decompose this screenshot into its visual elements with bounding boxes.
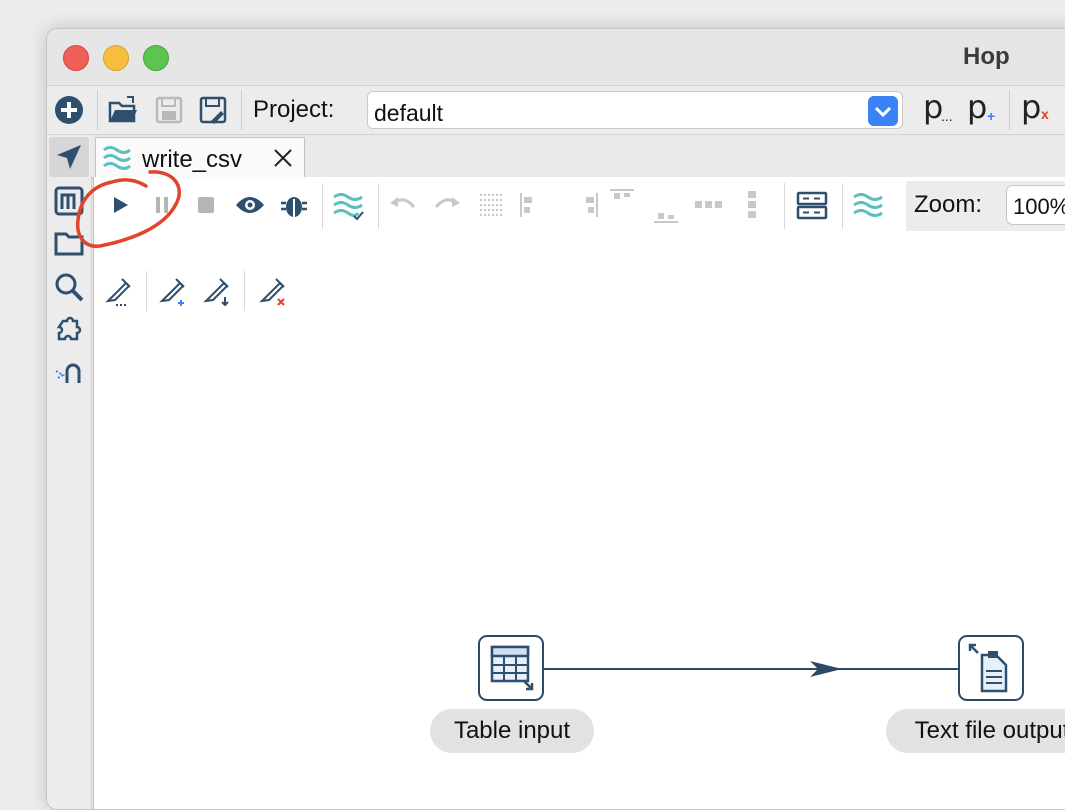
minimize-window-button[interactable] <box>103 45 129 71</box>
title-bar: Hop <box>47 29 1065 86</box>
tab-write-csv[interactable]: write_csv <box>95 137 305 177</box>
text-file-output-icon <box>968 643 1008 693</box>
zoom-value: 100% <box>1013 194 1065 219</box>
distribute-horizontal-icon[interactable] <box>692 189 724 221</box>
toolbar-separator <box>1009 90 1010 130</box>
align-left-icon[interactable] <box>514 189 546 221</box>
pipeline-run-config-icon[interactable] <box>852 189 884 221</box>
pause-icon[interactable] <box>146 189 178 221</box>
pipeline-toolbar: Zoom: 100% <box>94 177 1065 233</box>
toolbar-separator <box>241 90 242 130</box>
toolbar-separator <box>378 183 379 229</box>
toolbar-separator <box>784 183 785 229</box>
pipeline-icon <box>103 146 131 170</box>
toolbar-separator <box>842 183 843 229</box>
project-label: Project: <box>253 96 335 123</box>
distribute-vertical-icon[interactable] <box>736 189 768 221</box>
check-pipeline-icon[interactable] <box>332 189 364 221</box>
toolbar-separator <box>97 90 98 130</box>
project-add-icon[interactable]: p + <box>965 86 999 132</box>
toolbar-separator <box>322 183 323 229</box>
table-input-icon <box>490 645 534 691</box>
debug-icon[interactable] <box>278 189 310 221</box>
pipeline-properties-icon[interactable] <box>796 189 828 221</box>
window-title: Hop <box>963 43 1010 70</box>
search-icon[interactable] <box>53 271 85 303</box>
perspective-bar <box>47 135 92 809</box>
pipeline-editor: Zoom: 100% Table input Text file output <box>93 177 1065 809</box>
align-top-icon[interactable] <box>606 185 638 217</box>
chevron-down-icon <box>868 96 898 126</box>
open-folder-icon[interactable] <box>107 94 139 126</box>
zoom-control: Zoom: 100% <box>906 181 1065 231</box>
zoom-label: Zoom: <box>914 191 983 218</box>
project-delete-icon[interactable]: p x <box>1019 86 1053 132</box>
save-icon[interactable] <box>153 94 185 126</box>
snap-to-grid-icon[interactable] <box>476 189 508 221</box>
text-file-output-node[interactable] <box>958 635 1024 701</box>
redo-icon[interactable] <box>432 189 464 221</box>
table-input-node[interactable] <box>478 635 544 701</box>
preview-icon[interactable] <box>234 189 266 221</box>
run-icon[interactable] <box>104 189 136 221</box>
node-label: Text file output <box>886 709 1065 753</box>
node-label: Table input <box>430 709 594 753</box>
git-icon[interactable] <box>53 357 85 389</box>
align-right-icon[interactable] <box>572 189 604 221</box>
hop-window: Hop Project: default p ... p + p x write… <box>46 28 1065 810</box>
close-tab-icon[interactable] <box>272 147 294 169</box>
new-icon[interactable] <box>53 94 85 126</box>
project-select[interactable]: default <box>367 91 903 129</box>
project-edit-icon[interactable]: p ... <box>921 86 955 132</box>
file-explorer-icon[interactable] <box>53 227 85 259</box>
data-orchestration-icon[interactable] <box>53 141 85 173</box>
close-window-button[interactable] <box>63 45 89 71</box>
pipeline-canvas[interactable]: Table input Text file output <box>94 233 1065 809</box>
maximize-window-button[interactable] <box>143 45 169 71</box>
tab-label: write_csv <box>142 146 243 173</box>
editor-tab-bar: write_csv <box>91 135 1065 178</box>
metadata-icon[interactable] <box>53 185 85 217</box>
align-bottom-icon[interactable] <box>650 195 682 227</box>
zoom-input[interactable]: 100% <box>1006 185 1065 225</box>
main-toolbar: Project: default p ... p + p x <box>47 86 1065 135</box>
undo-icon[interactable] <box>386 189 418 221</box>
plugins-icon[interactable] <box>53 315 85 347</box>
stop-icon[interactable] <box>190 189 222 221</box>
save-as-icon[interactable] <box>197 94 229 126</box>
project-select-value: default <box>374 100 444 126</box>
